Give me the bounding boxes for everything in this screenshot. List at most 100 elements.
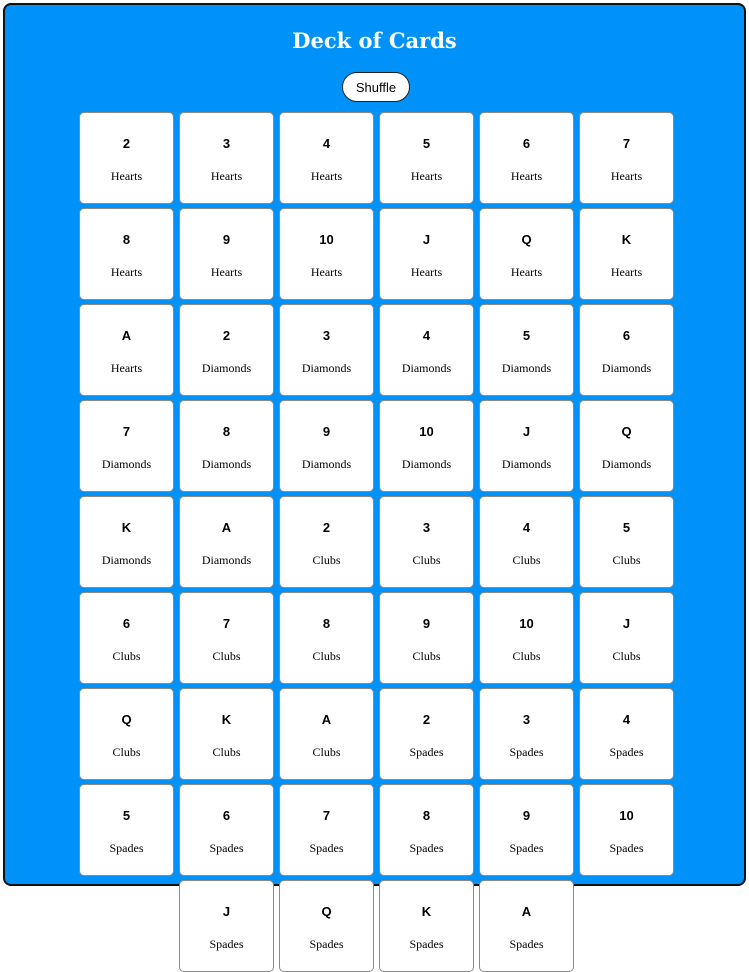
card-rank: 10 xyxy=(619,808,634,823)
playing-card[interactable]: K Hearts xyxy=(579,208,674,300)
playing-card[interactable]: 3 Spades xyxy=(479,688,574,780)
card-rank: 3 xyxy=(322,328,331,343)
playing-card[interactable]: J Clubs xyxy=(579,592,674,684)
playing-card[interactable]: A Hearts xyxy=(79,304,174,396)
playing-card[interactable]: Q Diamonds xyxy=(579,400,674,492)
card-suit: Hearts xyxy=(410,169,443,183)
playing-card[interactable]: 7 Clubs xyxy=(179,592,274,684)
playing-card[interactable]: 2 Diamonds xyxy=(179,304,274,396)
playing-card[interactable]: 6 Spades xyxy=(179,784,274,876)
card-rank: 5 xyxy=(622,520,631,535)
playing-card[interactable]: 5 Hearts xyxy=(379,112,474,204)
card-rank: 8 xyxy=(222,424,231,439)
playing-card[interactable]: 9 Spades xyxy=(479,784,574,876)
playing-card[interactable]: 10 Clubs xyxy=(479,592,574,684)
card-suit: Diamonds xyxy=(101,457,152,471)
card-suit: Clubs xyxy=(212,745,241,759)
playing-card[interactable]: 8 Hearts xyxy=(79,208,174,300)
playing-card[interactable]: 5 Clubs xyxy=(579,496,674,588)
card-suit: Diamonds xyxy=(501,457,552,471)
playing-card[interactable]: 2 Clubs xyxy=(279,496,374,588)
playing-card[interactable]: 3 Clubs xyxy=(379,496,474,588)
card-suit: Hearts xyxy=(110,169,143,183)
playing-card[interactable]: 4 Spades xyxy=(579,688,674,780)
playing-card[interactable]: 9 Hearts xyxy=(179,208,274,300)
playing-card[interactable]: 7 Diamonds xyxy=(79,400,174,492)
card-suit: Clubs xyxy=(612,649,641,663)
card-suit: Spades xyxy=(309,841,344,855)
playing-card[interactable]: 9 Clubs xyxy=(379,592,474,684)
card-rank: 9 xyxy=(222,232,231,247)
playing-card[interactable]: 8 Diamonds xyxy=(179,400,274,492)
playing-card[interactable]: 5 Diamonds xyxy=(479,304,574,396)
card-suit: Diamonds xyxy=(601,361,652,375)
playing-card[interactable]: Q Hearts xyxy=(479,208,574,300)
card-rank: 2 xyxy=(322,520,331,535)
card-rank: 2 xyxy=(122,136,131,151)
playing-card[interactable]: 2 Hearts xyxy=(79,112,174,204)
playing-card[interactable]: Q Spades xyxy=(279,880,374,972)
playing-card[interactable]: K Spades xyxy=(379,880,474,972)
card-rank: 2 xyxy=(422,712,431,727)
playing-card[interactable]: Q Clubs xyxy=(79,688,174,780)
card-rank: 9 xyxy=(422,616,431,631)
playing-card[interactable]: 10 Diamonds xyxy=(379,400,474,492)
playing-card[interactable]: 4 Diamonds xyxy=(379,304,474,396)
card-suit: Spades xyxy=(409,937,444,951)
playing-card[interactable]: 5 Spades xyxy=(79,784,174,876)
card-suit: Hearts xyxy=(410,265,443,279)
card-rank: 6 xyxy=(622,328,631,343)
playing-card[interactable]: 7 Spades xyxy=(279,784,374,876)
playing-card[interactable]: A Clubs xyxy=(279,688,374,780)
playing-card[interactable]: 10 Spades xyxy=(579,784,674,876)
playing-card[interactable]: J Hearts xyxy=(379,208,474,300)
card-rank: J xyxy=(522,424,531,439)
playing-card[interactable]: 10 Hearts xyxy=(279,208,374,300)
playing-card[interactable]: J Spades xyxy=(179,880,274,972)
card-suit: Spades xyxy=(209,937,244,951)
playing-card[interactable]: J Diamonds xyxy=(479,400,574,492)
card-rank: 5 xyxy=(522,328,531,343)
card-rank: 9 xyxy=(522,808,531,823)
playing-card[interactable]: K Diamonds xyxy=(79,496,174,588)
playing-card[interactable]: 9 Diamonds xyxy=(279,400,374,492)
playing-card[interactable]: 8 Spades xyxy=(379,784,474,876)
card-suit: Hearts xyxy=(510,265,543,279)
card-rank: Q xyxy=(621,424,632,439)
shuffle-button[interactable]: Shuffle xyxy=(342,72,410,102)
playing-card[interactable]: 6 Clubs xyxy=(79,592,174,684)
card-rank: J xyxy=(422,232,431,247)
playing-card[interactable]: 2 Spades xyxy=(379,688,474,780)
card-rank: 5 xyxy=(122,808,131,823)
playing-card[interactable]: 3 Hearts xyxy=(179,112,274,204)
card-rank: Q xyxy=(121,712,132,727)
playing-card[interactable]: K Clubs xyxy=(179,688,274,780)
card-suit: Spades xyxy=(109,841,144,855)
playing-card[interactable]: 4 Hearts xyxy=(279,112,374,204)
playing-card[interactable]: 3 Diamonds xyxy=(279,304,374,396)
playing-card[interactable]: 7 Hearts xyxy=(579,112,674,204)
playing-card[interactable]: A Diamonds xyxy=(179,496,274,588)
deck-panel: Deck of Cards Shuffle 2 Hearts 3 Hearts 4 Hea… xyxy=(3,3,746,972)
card-rank: 3 xyxy=(422,520,431,535)
card-rank: Q xyxy=(321,904,332,919)
playing-card[interactable]: A Spades xyxy=(479,880,574,972)
playing-card[interactable]: 8 Clubs xyxy=(279,592,374,684)
card-suit: Spades xyxy=(409,745,444,759)
card-suit: Hearts xyxy=(210,265,243,279)
card-suit: Diamonds xyxy=(201,361,252,375)
playing-card[interactable]: 6 Diamonds xyxy=(579,304,674,396)
playing-card[interactable]: 4 Clubs xyxy=(479,496,574,588)
card-rank: A xyxy=(121,328,132,343)
card-rank: 7 xyxy=(222,616,231,631)
playing-card[interactable]: 6 Hearts xyxy=(479,112,574,204)
card-suit: Hearts xyxy=(110,361,143,375)
card-suit: Diamonds xyxy=(201,553,252,567)
card-rank: 4 xyxy=(522,520,531,535)
card-rank: 3 xyxy=(222,136,231,151)
card-rank: 9 xyxy=(322,424,331,439)
card-rank: 10 xyxy=(419,424,434,439)
card-suit: Spades xyxy=(609,745,644,759)
card-rank: A xyxy=(321,712,332,727)
card-suit: Clubs xyxy=(112,745,141,759)
